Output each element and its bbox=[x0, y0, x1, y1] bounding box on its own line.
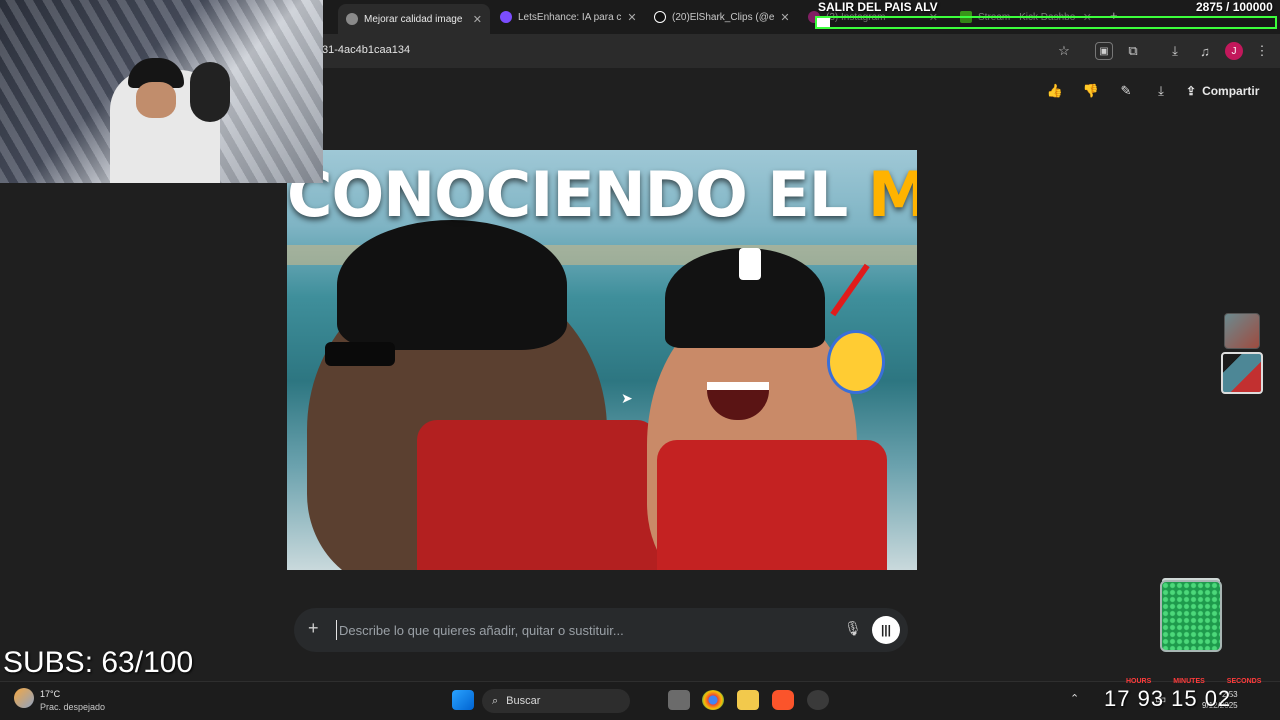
thumbs-up-icon[interactable]: 👍 bbox=[1044, 82, 1066, 100]
weather-description[interactable]: Prac. despejado bbox=[40, 702, 105, 712]
chrome-icon[interactable] bbox=[702, 690, 724, 710]
prompt-bar: + 🎙 ||| bbox=[294, 608, 908, 652]
taskbar-search[interactable]: ⌕ Buscar bbox=[482, 689, 630, 713]
streamer-face bbox=[136, 82, 176, 118]
life-vest-right bbox=[657, 440, 887, 570]
close-icon[interactable]: ✕ bbox=[780, 11, 789, 24]
goal-progress-text: 2875 / 100000 bbox=[1196, 0, 1273, 14]
tiktok-icon bbox=[654, 11, 666, 23]
url-field[interactable]: 31-4ac4b1caa134 bbox=[322, 44, 410, 56]
share-icon: ⇪ bbox=[1186, 84, 1197, 98]
voice-mode-button[interactable]: ||| bbox=[872, 616, 900, 644]
download-icon[interactable]: ⤓ bbox=[1150, 82, 1172, 100]
tab-letsenhance[interactable]: LetsEnhance: IA para c ✕ bbox=[492, 6, 640, 28]
life-vest-left bbox=[417, 420, 657, 570]
mouse-cursor: ➤ bbox=[621, 390, 633, 406]
profile-avatar[interactable]: J bbox=[1225, 42, 1243, 60]
tab-tiktok[interactable]: (20)ElShark_Clips (@e ✕ bbox=[646, 6, 796, 28]
goal-progress-bar bbox=[815, 16, 1277, 29]
tab-mejorar-calidad[interactable]: Mejorar calidad image ✕ bbox=[338, 4, 490, 34]
generated-image[interactable]: CONOCIENDO EL MAR bbox=[287, 150, 917, 570]
more-menu-icon[interactable]: ⋮ bbox=[1253, 42, 1271, 60]
sunglasses bbox=[325, 342, 395, 366]
search-icon: ⌕ bbox=[492, 694, 499, 707]
weather-icon[interactable] bbox=[14, 688, 34, 708]
file-explorer-icon[interactable] bbox=[737, 690, 759, 710]
weather-temperature[interactable]: 17°C bbox=[40, 689, 60, 699]
download-icon[interactable]: ⤓ bbox=[1166, 42, 1184, 60]
thumbnail-title: CONOCIENDO EL MAR bbox=[287, 158, 917, 231]
shocked-emoji bbox=[827, 330, 885, 394]
history-thumbnail-1[interactable] bbox=[1224, 313, 1260, 349]
red-arrow bbox=[830, 263, 870, 317]
second-person bbox=[190, 62, 230, 122]
cap-left bbox=[337, 220, 567, 350]
share-button[interactable]: ⇪ Compartir bbox=[1186, 80, 1259, 102]
thumbs-down-icon[interactable]: 👎 bbox=[1080, 82, 1102, 100]
edit-sparkle-icon[interactable]: ✎ bbox=[1115, 82, 1137, 100]
webcam-overlay bbox=[0, 0, 323, 183]
media-control-icon[interactable]: ♫ bbox=[1196, 42, 1214, 60]
bookmark-star-icon[interactable]: ☆ bbox=[1055, 42, 1073, 60]
timer-labels: HOURS MINUTES SECONDS bbox=[1126, 678, 1262, 685]
obs-icon[interactable] bbox=[807, 690, 829, 710]
chevron-up-icon[interactable]: ⌃ bbox=[1070, 692, 1079, 705]
countdown-timer: 17 93 15 02 bbox=[1104, 686, 1232, 711]
add-icon[interactable]: + bbox=[308, 618, 319, 639]
letsenhance-icon bbox=[500, 11, 512, 23]
prompt-input[interactable] bbox=[336, 620, 836, 640]
cast-icon[interactable]: ▣ bbox=[1095, 42, 1113, 60]
taskbar bbox=[0, 681, 1280, 720]
close-icon[interactable]: ✕ bbox=[473, 13, 482, 26]
history-thumbnail-2[interactable] bbox=[1221, 352, 1263, 394]
nba-logo bbox=[739, 248, 761, 280]
subs-counter: SUBS: 63/100 bbox=[3, 646, 194, 679]
globe-icon bbox=[346, 13, 358, 25]
microphone-icon[interactable]: 🎙 bbox=[844, 620, 862, 637]
brave-icon[interactable] bbox=[772, 690, 794, 710]
gumball-jar bbox=[1160, 580, 1222, 652]
close-icon[interactable]: ✕ bbox=[627, 11, 636, 24]
extensions-icon[interactable]: ⧉ bbox=[1124, 42, 1142, 60]
goal-progress-fill bbox=[817, 18, 831, 27]
windows-start-icon[interactable] bbox=[452, 690, 474, 710]
task-view-icon[interactable] bbox=[668, 690, 690, 710]
goal-title: SALIR DEL PAIS ALV bbox=[818, 0, 938, 14]
